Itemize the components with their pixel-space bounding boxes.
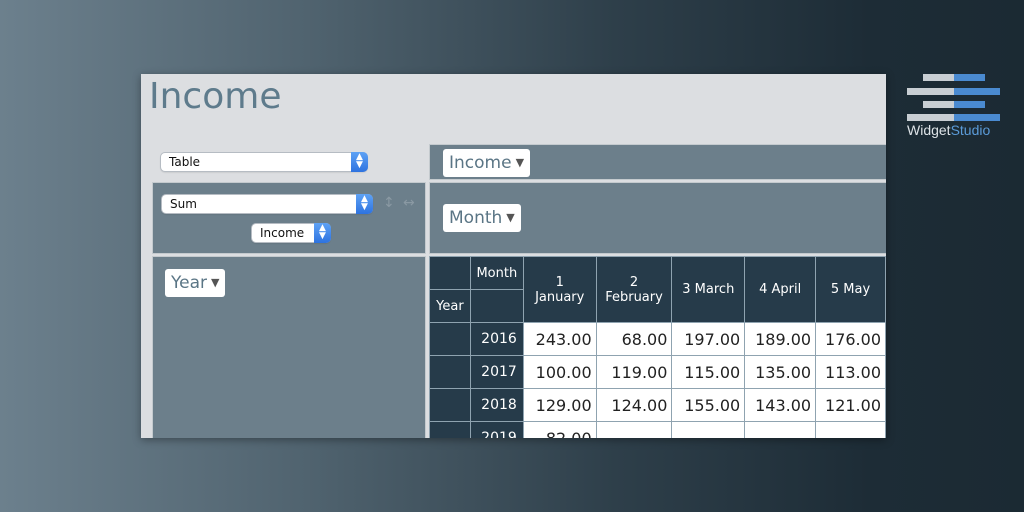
row-field-label: Year [171,273,207,293]
select-stepper-icon: ▲ ▼ [356,194,373,214]
table-row: 2017 100.00 119.00 115.00 135.00 113.00 [429,355,886,389]
logo-bar [923,74,954,81]
column-header[interactable]: 1 January [522,256,597,323]
table-cell[interactable] [671,421,746,438]
header-spacer [469,289,524,323]
table-cell[interactable]: 100.00 [522,355,597,389]
logo-text: WidgetStudio [907,122,991,138]
value-field-label: Income [449,153,512,173]
select-stepper-icon: ▲ ▼ [314,223,331,243]
table-cell[interactable]: 82.00 [522,421,597,438]
column-header[interactable]: 2 February [595,256,673,323]
column-header[interactable]: 5 May [815,256,886,323]
sort-horizontal-icon[interactable]: ↔ [403,195,415,211]
logo-bar [907,88,954,95]
row-header[interactable]: 2019 [469,421,524,438]
aggregator-select[interactable]: Sum ▲ ▼ [161,194,373,214]
chevron-down-icon[interactable]: ▼ [211,276,219,289]
page-title: Income [149,76,282,117]
aggregator-select-value: Sum [170,197,197,211]
aggregator-field-value: Income [260,226,305,240]
row-field-chip[interactable]: Year ▼ [165,269,226,297]
table-cell[interactable] [744,421,817,438]
table-cell[interactable]: 197.00 [671,322,746,356]
table-cell[interactable]: 124.00 [595,388,673,422]
renderer-select[interactable]: Table ▲ ▼ [160,152,368,172]
row-header[interactable]: 2016 [469,322,524,356]
table-cell[interactable]: 68.00 [595,322,673,356]
table-cell[interactable]: 115.00 [671,355,746,389]
column-field-label: Month [449,208,503,228]
pivot-table-window: Income Table ▲ ▼ Income ▼ Sum ▲ ▼ ↕ ↔ Incom… [141,74,886,438]
table-cell[interactable]: 113.00 [815,355,886,389]
row-header[interactable]: 2018 [469,388,524,422]
table-cell[interactable]: 155.00 [671,388,746,422]
column-header[interactable]: 3 March [671,256,746,323]
table-cell[interactable]: 135.00 [744,355,817,389]
pivot-table: Month 1 January 2 February 3 March 4 April… [429,256,886,438]
logo-bar [907,114,954,121]
select-stepper-icon: ▲ ▼ [351,152,368,172]
logo-bar [954,101,985,108]
column-field-chip[interactable]: Month ▼ [443,204,521,232]
table-row: 2016 243.00 68.00 197.00 189.00 176.00 [429,322,886,356]
widgetstudio-logo: WidgetStudio [905,74,1005,144]
table-row: 2018 129.00 124.00 155.00 143.00 121.00 [429,388,886,422]
table-row: 2019 82.00 [429,421,886,438]
table-cell[interactable] [595,421,673,438]
row-drop-zone: Year ▼ [152,256,426,438]
column-drop-zone: Month ▼ [429,182,886,254]
table-cell[interactable]: 121.00 [815,388,886,422]
table-cell[interactable]: 189.00 [744,322,817,356]
aggregator-panel: Sum ▲ ▼ ↕ ↔ Income ▲ ▼ [152,182,426,254]
aggregator-field-select[interactable]: Income ▲ ▼ [251,223,331,243]
sort-vertical-icon[interactable]: ↕ [383,195,395,211]
logo-bar [954,88,1000,95]
chevron-down-icon[interactable]: ▼ [506,211,514,224]
value-drop-zone: Income ▼ [429,144,886,180]
value-field-chip[interactable]: Income ▼ [443,149,531,177]
corner-cell [429,256,471,290]
chevron-down-icon[interactable]: ▼ [516,156,524,169]
table-cell[interactable]: 119.00 [595,355,673,389]
table-cell[interactable]: 176.00 [815,322,886,356]
logo-bar [954,114,1000,121]
table-cell[interactable]: 143.00 [744,388,817,422]
renderer-select-value: Table [169,155,201,169]
table-cell[interactable] [815,421,886,438]
logo-bar [954,74,985,81]
row-header[interactable]: 2017 [469,355,524,389]
column-axis-label: Month [469,256,524,290]
table-cell[interactable]: 243.00 [522,322,597,356]
logo-bar [923,101,954,108]
table-cell[interactable]: 129.00 [522,388,597,422]
column-header[interactable]: 4 April [744,256,817,323]
row-axis-label: Year [429,289,471,323]
